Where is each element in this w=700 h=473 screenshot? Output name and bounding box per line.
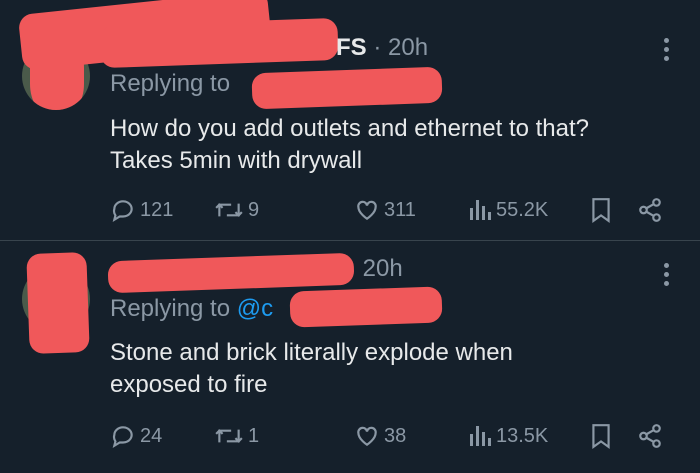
redaction-mark [289, 286, 443, 328]
bookmark-button[interactable] [590, 421, 612, 451]
action-bar: 24 1 38 13.5K [110, 421, 680, 451]
like-button[interactable]: 38 [354, 421, 406, 451]
views-icon [470, 426, 491, 446]
reply-icon [112, 426, 133, 449]
tweet-header: FS · 20h [110, 34, 428, 64]
bookmark-icon [592, 198, 610, 223]
share-icon [639, 424, 661, 448]
like-icon [357, 200, 377, 220]
replying-to: Replying to @c [110, 295, 273, 323]
tweet-header: 20h [110, 255, 403, 285]
tweet-text-line: How do you add outlets and ethernet to t… [110, 115, 590, 142]
action-bar: 121 9 311 55.2K [110, 195, 680, 225]
timestamp[interactable]: 20h [388, 34, 428, 61]
redaction-mark [251, 66, 443, 110]
retweet-count: 1 [248, 424, 260, 447]
retweet-icon [215, 203, 243, 217]
bookmark-button[interactable] [590, 195, 612, 225]
retweet-icon [215, 429, 243, 443]
views-count: 55.2K [496, 198, 549, 221]
timestamp[interactable]: 20h [363, 255, 403, 282]
more-icon[interactable] [664, 38, 670, 64]
retweet-button[interactable]: 9 [214, 195, 259, 225]
replying-to: Replying to [110, 70, 230, 98]
tweet-text-line: Takes 5min with drywall [110, 147, 363, 174]
reply-button[interactable]: 24 [110, 421, 162, 451]
like-count: 311 [384, 198, 416, 221]
like-icon [357, 426, 377, 446]
tweet-text: How do you add outlets and ethernet to t… [110, 113, 680, 177]
reply-count: 121 [140, 198, 174, 221]
replying-to-label: Replying to [110, 70, 231, 97]
mention-link[interactable]: @c [237, 295, 273, 322]
tweet-text-line: Stone and brick literally explode when [110, 339, 513, 366]
tweet-text: Stone and brick literally explode when e… [110, 337, 680, 401]
reply-icon [112, 200, 133, 223]
retweet-count: 9 [248, 198, 260, 221]
tweet-text-line: exposed to fire [110, 371, 268, 398]
handle-suffix: FS [336, 34, 367, 61]
like-count: 38 [384, 424, 407, 447]
views-count: 13.5K [496, 424, 549, 447]
share-button[interactable] [636, 421, 664, 451]
retweet-button[interactable]: 1 [214, 421, 259, 451]
like-button[interactable]: 311 [354, 195, 416, 225]
views-icon [470, 200, 491, 220]
reply-button[interactable]: 121 [110, 195, 173, 225]
tweet-1[interactable]: FS · 20h Replying to How do you add outl… [0, 0, 700, 240]
views-button[interactable]: 13.5K [468, 421, 548, 451]
share-button[interactable] [636, 195, 664, 225]
tweet-2[interactable]: 20h Replying to @c Stone and brick liter… [0, 241, 700, 473]
bookmark-icon [592, 424, 610, 449]
share-icon [639, 198, 661, 222]
redaction-mark [26, 251, 90, 355]
more-icon[interactable] [664, 263, 670, 289]
views-button[interactable]: 55.2K [468, 195, 548, 225]
reply-count: 24 [140, 424, 163, 447]
replying-to-label: Replying to [110, 295, 231, 322]
separator-dot: · [373, 34, 382, 61]
